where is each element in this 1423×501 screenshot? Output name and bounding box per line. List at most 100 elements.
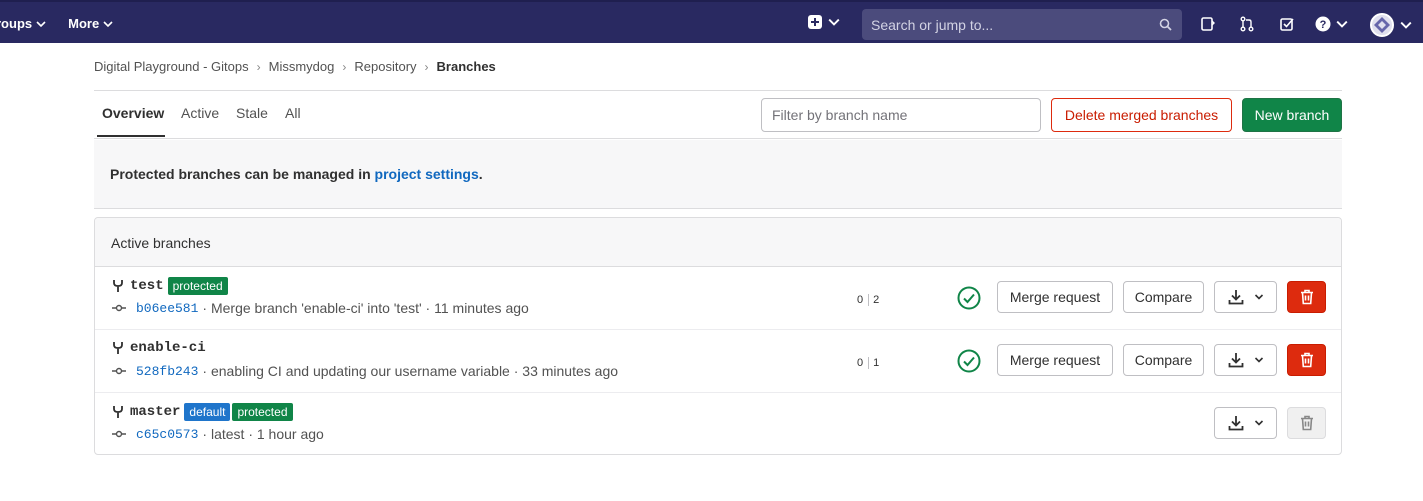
groups-menu-label: roups <box>0 16 33 31</box>
default-badge: default <box>184 403 231 421</box>
branch-tabs-bar: Overview Active Stale All Delete merged … <box>94 90 1342 139</box>
breadcrumb-current[interactable]: Branches <box>437 59 496 74</box>
delete-branch-button[interactable] <box>1287 344 1326 376</box>
tab-overview[interactable]: Overview <box>102 105 164 121</box>
delete-merged-branches-button[interactable]: Delete merged branches <box>1051 98 1232 132</box>
compare-button[interactable]: Compare <box>1123 344 1204 376</box>
merge-request-button[interactable]: Merge request <box>997 281 1113 313</box>
branch-name-link[interactable]: master <box>130 404 180 420</box>
branch-icon <box>113 406 123 418</box>
project-settings-link[interactable]: project settings <box>375 166 479 182</box>
breadcrumb-separator: › <box>256 59 261 74</box>
pipeline-passed-icon[interactable] <box>957 349 981 373</box>
breadcrumb-group[interactable]: Digital Playground - Gitops <box>94 59 249 74</box>
download-dropdown[interactable] <box>1214 407 1277 439</box>
pipeline-passed-icon[interactable] <box>957 286 981 310</box>
chevron-down-icon <box>36 20 46 27</box>
commit-info: b06ee581 · Merge branch 'enable-ci' into… <box>112 300 529 316</box>
top-navbar: roups More Search or jump to... ? <box>0 0 1423 43</box>
active-tab-indicator <box>97 135 165 137</box>
nav-left: roups More <box>0 2 113 45</box>
info-suffix: . <box>478 166 483 182</box>
protected-branches-info: Protected branches can be managed in pro… <box>94 140 1342 209</box>
more-menu-label: More <box>68 16 100 31</box>
commit-sha-link[interactable]: c65c0573 <box>136 427 198 442</box>
branch-icon <box>113 342 123 354</box>
commit-info: c65c0573 · latest · 1 hour ago <box>112 426 324 442</box>
issues-icon[interactable] <box>1200 16 1216 32</box>
branch-row: master default protected c65c0573 · late… <box>95 393 1341 456</box>
branch-name-link[interactable]: test <box>130 278 164 294</box>
divergence-graph: 0 2 <box>857 294 879 306</box>
new-branch-button[interactable]: New branch <box>1242 98 1342 132</box>
download-dropdown[interactable] <box>1214 281 1277 313</box>
commit-sha-link[interactable]: 528fb243 <box>136 364 198 379</box>
chevron-down-icon <box>1254 357 1263 363</box>
filter-branch-input[interactable] <box>761 98 1041 132</box>
divergence-separator <box>868 357 870 369</box>
commit-info: 528fb243 · enabling CI and updating our … <box>112 363 618 379</box>
divergence-graph: 0 1 <box>857 357 879 369</box>
tab-all[interactable]: All <box>285 105 301 121</box>
breadcrumb-project[interactable]: Missmydog <box>269 59 335 74</box>
trash-icon <box>1300 415 1313 431</box>
card-header: Active branches <box>95 218 1341 267</box>
commits-ahead: 2 <box>873 294 880 306</box>
chevron-down-icon <box>103 20 113 27</box>
divergence-separator <box>868 294 870 306</box>
breadcrumb-separator: › <box>342 59 347 74</box>
tab-active[interactable]: Active <box>181 105 219 121</box>
breadcrumb-repository[interactable]: Repository <box>354 59 416 74</box>
help-menu[interactable]: ? <box>1315 16 1348 32</box>
merge-requests-icon[interactable] <box>1239 16 1255 32</box>
protected-badge: protected <box>232 403 293 421</box>
svg-text:?: ? <box>1320 19 1327 31</box>
protected-badge: protected <box>167 277 228 295</box>
delete-branch-button-disabled <box>1287 407 1326 439</box>
commit-icon <box>112 430 126 438</box>
commit-icon <box>112 367 126 375</box>
chevron-down-icon <box>828 18 840 26</box>
global-search-input[interactable]: Search or jump to... <box>862 9 1182 40</box>
info-message: Protected branches can be managed in <box>110 166 375 182</box>
user-menu[interactable] <box>1370 13 1412 37</box>
compare-button[interactable]: Compare <box>1123 281 1204 313</box>
chevron-down-icon <box>1254 420 1263 426</box>
commits-ahead: 1 <box>873 357 880 369</box>
breadcrumb: Digital Playground - Gitops › Missmydog … <box>94 59 496 74</box>
merge-request-button[interactable]: Merge request <box>997 344 1113 376</box>
avatar <box>1370 13 1394 37</box>
chevron-down-icon <box>1400 21 1412 29</box>
search-placeholder: Search or jump to... <box>871 16 994 33</box>
more-menu[interactable]: More <box>68 16 113 31</box>
commits-behind: 0 <box>857 357 864 369</box>
trash-icon <box>1300 352 1313 368</box>
search-icon <box>1159 18 1172 31</box>
tab-stale[interactable]: Stale <box>236 105 268 121</box>
branch-title: master default protected <box>112 403 295 421</box>
chevron-down-icon <box>1254 294 1263 300</box>
breadcrumb-separator: › <box>424 59 429 74</box>
branch-row: test protected b06ee581 · Merge branch '… <box>95 267 1341 330</box>
commit-icon <box>112 304 126 312</box>
commit-message: · latest · 1 hour ago <box>202 426 324 442</box>
branch-title: enable-ci <box>112 340 210 356</box>
commit-message: · enabling CI and updating our username … <box>202 363 619 379</box>
branch-name-link[interactable]: enable-ci <box>130 340 206 356</box>
download-icon <box>1228 290 1243 305</box>
download-icon <box>1228 416 1243 431</box>
chevron-down-icon <box>1336 20 1348 28</box>
create-new-button[interactable] <box>808 15 840 29</box>
download-dropdown[interactable] <box>1214 344 1277 376</box>
delete-branch-button[interactable] <box>1287 281 1326 313</box>
branch-row: enable-ci 528fb243 · enabling CI and upd… <box>95 330 1341 393</box>
branch-title: test protected <box>112 277 230 295</box>
active-branches-card: Active branches test protected b06ee581 … <box>94 217 1342 455</box>
info-text: Protected branches can be managed in pro… <box>110 166 483 182</box>
help-icon: ? <box>1315 16 1331 32</box>
commit-sha-link[interactable]: b06ee581 <box>136 301 198 316</box>
todos-icon[interactable] <box>1279 16 1295 32</box>
groups-menu[interactable]: roups <box>0 16 46 31</box>
branch-icon <box>113 280 123 292</box>
commits-behind: 0 <box>857 294 864 306</box>
